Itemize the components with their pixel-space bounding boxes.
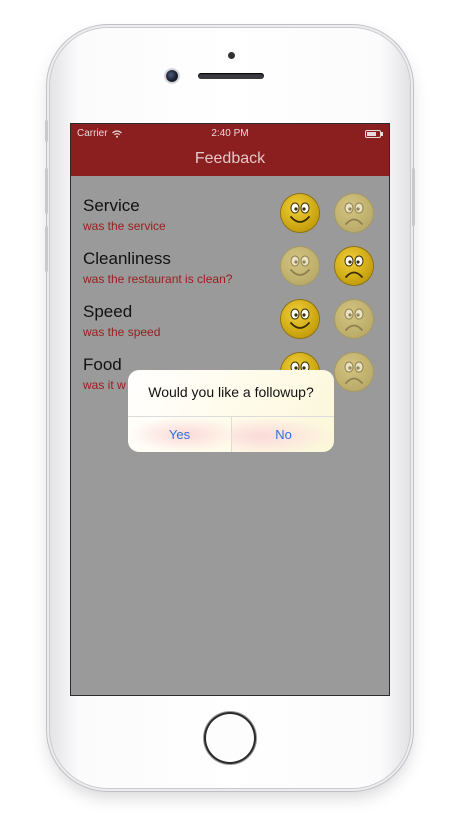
sad-face-icon[interactable] xyxy=(335,194,373,232)
feedback-subtitle: was the service xyxy=(83,219,166,233)
alert-message: Would you like a followup? xyxy=(148,384,314,400)
sad-face-icon[interactable] xyxy=(335,300,373,338)
status-bar: Carrier 2:40 PM xyxy=(71,124,389,142)
app-screen: Carrier 2:40 PM Feedback Service was the … xyxy=(70,123,390,696)
feedback-subtitle: was it w xyxy=(83,378,126,392)
followup-alert-dialog: Would you like a followup? Yes No xyxy=(128,370,334,452)
smiley-face-icon[interactable] xyxy=(281,247,319,285)
smiley-face-icon[interactable] xyxy=(281,194,319,232)
page-title: Feedback xyxy=(194,150,266,167)
front-camera-icon xyxy=(166,70,178,82)
earpiece-speaker xyxy=(198,73,264,79)
device-frame-stage: Carrier 2:40 PM Feedback Service was the … xyxy=(0,0,460,818)
feedback-row: Cleanliness was the restaurant is clean? xyxy=(71,243,389,296)
volume-down-button xyxy=(45,226,48,272)
feedback-subtitle: was the speed xyxy=(83,325,161,339)
volume-up-button xyxy=(45,168,48,214)
no-button[interactable]: No xyxy=(232,417,334,452)
yes-button[interactable]: Yes xyxy=(128,417,231,452)
battery-icon xyxy=(365,130,383,138)
feedback-subtitle: was the restaurant is clean? xyxy=(83,272,233,286)
navigation-bar: Carrier 2:40 PM Feedback xyxy=(71,124,389,176)
proximity-sensor xyxy=(228,52,235,59)
sad-face-icon[interactable] xyxy=(335,247,373,285)
feedback-row: Speed was the speed xyxy=(71,296,389,349)
status-time: 2:40 PM xyxy=(211,128,249,139)
mute-switch xyxy=(45,120,48,142)
feedback-title: Cleanliness xyxy=(83,249,171,268)
feedback-title: Food xyxy=(83,355,122,374)
feedback-title: Service xyxy=(83,196,140,215)
smiley-face-icon[interactable] xyxy=(281,300,319,338)
sad-face-icon[interactable] xyxy=(335,353,373,391)
home-button[interactable] xyxy=(206,714,254,762)
feedback-row: Service was the service xyxy=(71,190,389,243)
feedback-title: Speed xyxy=(83,302,133,321)
power-button xyxy=(412,168,415,226)
